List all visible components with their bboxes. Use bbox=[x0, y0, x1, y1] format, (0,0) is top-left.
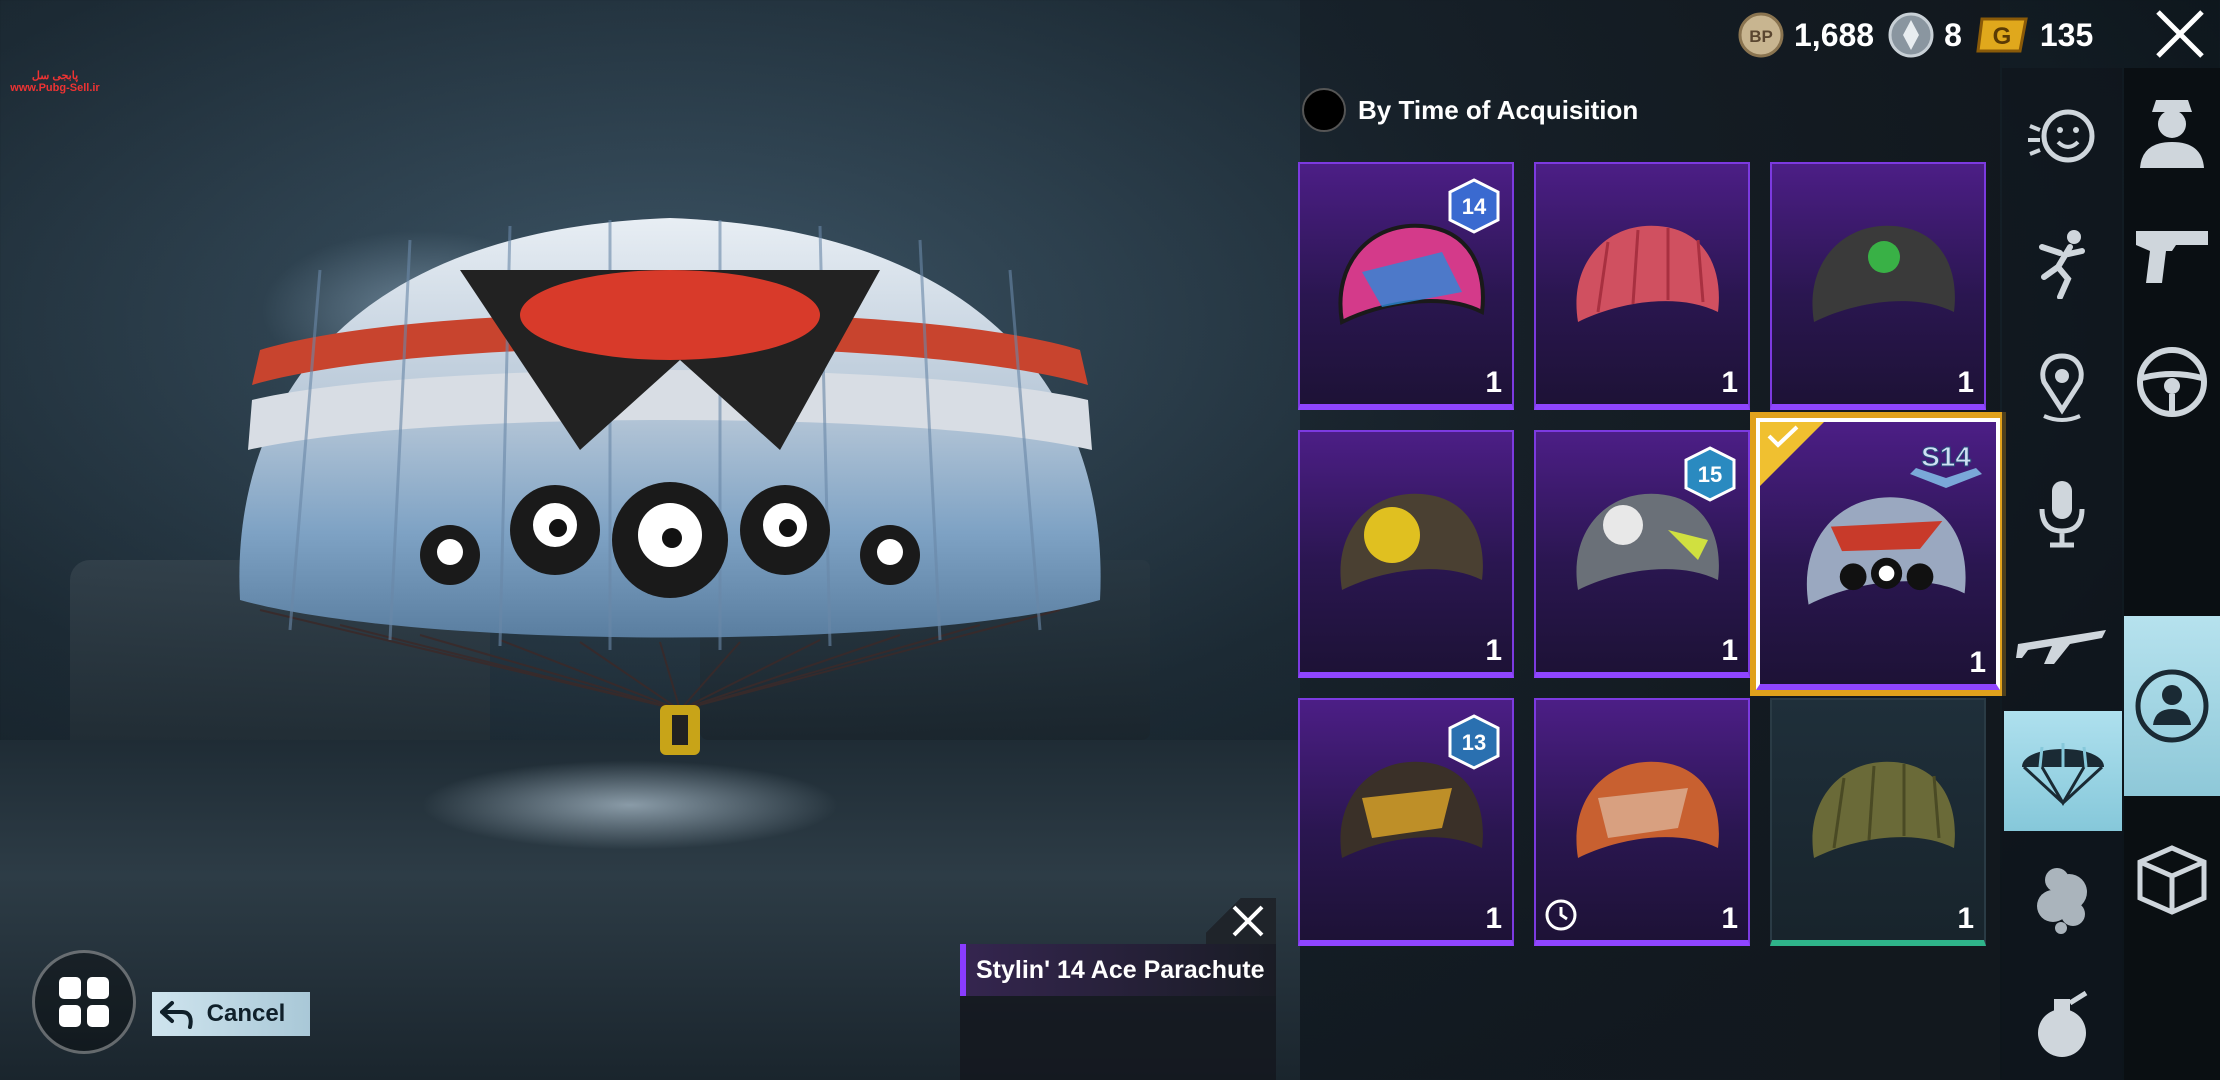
clock-icon bbox=[1545, 899, 1577, 931]
sort-label: By Time of Acquisition bbox=[1358, 94, 1639, 125]
close-icon bbox=[2156, 10, 2204, 58]
watermark-url: www.Pubg-Sell.ir bbox=[10, 82, 100, 94]
dance-icon bbox=[2039, 230, 2085, 299]
category-smoke[interactable] bbox=[2002, 838, 2122, 958]
g-coin-balance: G 135 bbox=[1976, 15, 2093, 55]
g-coin-value: 135 bbox=[2039, 16, 2094, 53]
silver-fragment-icon bbox=[1888, 12, 1934, 58]
tab-character[interactable] bbox=[2124, 68, 2220, 192]
crate-icon bbox=[2137, 845, 2207, 915]
season-badge-icon: 13 bbox=[1448, 714, 1500, 770]
grenade-icon bbox=[2038, 990, 2088, 1057]
avatar-icon bbox=[2135, 669, 2209, 743]
sort-toggle[interactable]: By Time of Acquisition bbox=[1302, 88, 1638, 132]
silver-balance: 8 bbox=[1888, 12, 1962, 58]
bp-balance: BP 1,688 bbox=[1738, 12, 1874, 58]
category-sidebar bbox=[2002, 68, 2122, 1080]
parachute-thumbnail bbox=[1576, 761, 1719, 858]
category-voice[interactable] bbox=[2002, 453, 2122, 573]
sort-radio-icon[interactable] bbox=[1302, 88, 1346, 132]
inventory-item-selected[interactable]: S14 1 bbox=[1756, 418, 2000, 690]
emote-icon bbox=[2028, 109, 2095, 163]
silver-value: 8 bbox=[1944, 16, 1962, 53]
inventory-item[interactable]: 14 1 bbox=[1298, 162, 1514, 410]
location-icon bbox=[2040, 353, 2084, 422]
currency-bar: BP 1,688 8 G 135 bbox=[1738, 10, 2093, 60]
gun-icon bbox=[2136, 231, 2208, 283]
svg-text:G: G bbox=[1993, 23, 2012, 50]
svg-text:14: 14 bbox=[1462, 194, 1487, 219]
steering-wheel-icon bbox=[2137, 347, 2207, 417]
parachute-thumbnail bbox=[1812, 761, 1955, 858]
parachute-thumbnail bbox=[1340, 493, 1483, 590]
item-count: 1 bbox=[1721, 634, 1738, 667]
parachute-thumbnail bbox=[1806, 497, 1966, 605]
preview-scene bbox=[0, 0, 1300, 1080]
inventory-item[interactable]: 1 bbox=[1770, 698, 1986, 946]
inventory-item[interactable]: 15 1 bbox=[1534, 430, 1750, 678]
bp-value: 1,688 bbox=[1794, 16, 1875, 53]
inventory-item[interactable]: 1 bbox=[1534, 698, 1750, 946]
grid-icon bbox=[59, 977, 109, 1027]
cancel-label: Cancel bbox=[206, 1000, 286, 1027]
svg-text:13: 13 bbox=[1462, 730, 1486, 755]
check-icon bbox=[1767, 425, 1799, 448]
close-button[interactable] bbox=[2140, 4, 2220, 64]
parachute-preview-model[interactable] bbox=[220, 210, 1120, 810]
inventory-item[interactable]: 13 1 bbox=[1298, 698, 1514, 946]
season-s14-badge-icon: S14 bbox=[1910, 441, 1982, 488]
inventory-item[interactable]: 1 bbox=[1534, 162, 1750, 410]
item-count: 1 bbox=[1969, 646, 1986, 679]
cancel-button[interactable]: Cancel bbox=[152, 992, 310, 1036]
svg-text:15: 15 bbox=[1698, 462, 1722, 487]
tab-avatar[interactable] bbox=[2124, 616, 2220, 796]
item-count: 1 bbox=[1721, 902, 1738, 935]
plane-icon bbox=[2016, 630, 2106, 664]
item-info-panel: Stylin' 14 Ace Parachute bbox=[960, 944, 1276, 1080]
tab-crates[interactable] bbox=[2124, 818, 2220, 942]
item-name: Stylin' 14 Ace Parachute bbox=[960, 944, 1276, 996]
category-location[interactable] bbox=[2002, 328, 2122, 448]
menu-button[interactable] bbox=[32, 950, 136, 1054]
tab-vehicles[interactable] bbox=[2124, 320, 2220, 444]
svg-text:BP: BP bbox=[1749, 27, 1773, 46]
watermark-text: پابجی سل bbox=[31, 70, 79, 82]
inventory-grid: 14 1 1 1 1 15 1 S14 1 13 1 1 1 bbox=[1298, 162, 2000, 948]
item-count: 1 bbox=[1485, 634, 1502, 667]
item-count: 1 bbox=[1957, 902, 1974, 935]
category-emote[interactable] bbox=[2002, 78, 2122, 198]
svg-text:S14: S14 bbox=[1921, 441, 1971, 472]
item-count: 1 bbox=[1957, 366, 1974, 399]
season-badge-icon: 14 bbox=[1448, 178, 1500, 234]
close-icon bbox=[1232, 905, 1264, 937]
main-tab-sidebar bbox=[2124, 68, 2220, 1080]
parachute-thumbnail bbox=[1812, 225, 1955, 322]
character-icon bbox=[2140, 100, 2204, 168]
tab-weapons[interactable] bbox=[2124, 194, 2220, 318]
parachute-icon bbox=[2022, 743, 2104, 806]
parachute-thumbnail bbox=[1576, 225, 1719, 322]
g-coin-icon: G bbox=[1976, 17, 2028, 53]
inventory-item[interactable]: 1 bbox=[1298, 430, 1514, 678]
inventory-item[interactable]: 1 bbox=[1770, 162, 1986, 410]
season-badge-icon: 15 bbox=[1684, 446, 1736, 502]
category-plane[interactable] bbox=[2002, 578, 2122, 698]
category-grenade[interactable] bbox=[2002, 963, 2122, 1080]
microphone-icon bbox=[2039, 481, 2085, 548]
item-count: 1 bbox=[1721, 366, 1738, 399]
watermark: پابجی سل www.Pubg-Sell.ir bbox=[0, 70, 110, 94]
category-dance[interactable] bbox=[2002, 203, 2122, 323]
bp-coin-icon: BP bbox=[1738, 12, 1784, 58]
item-count: 1 bbox=[1485, 366, 1502, 399]
close-info-button[interactable] bbox=[1206, 898, 1276, 944]
item-count: 1 bbox=[1485, 902, 1502, 935]
smoke-icon bbox=[2037, 868, 2087, 934]
category-parachute[interactable] bbox=[2004, 711, 2122, 831]
back-arrow-icon bbox=[152, 999, 202, 1029]
